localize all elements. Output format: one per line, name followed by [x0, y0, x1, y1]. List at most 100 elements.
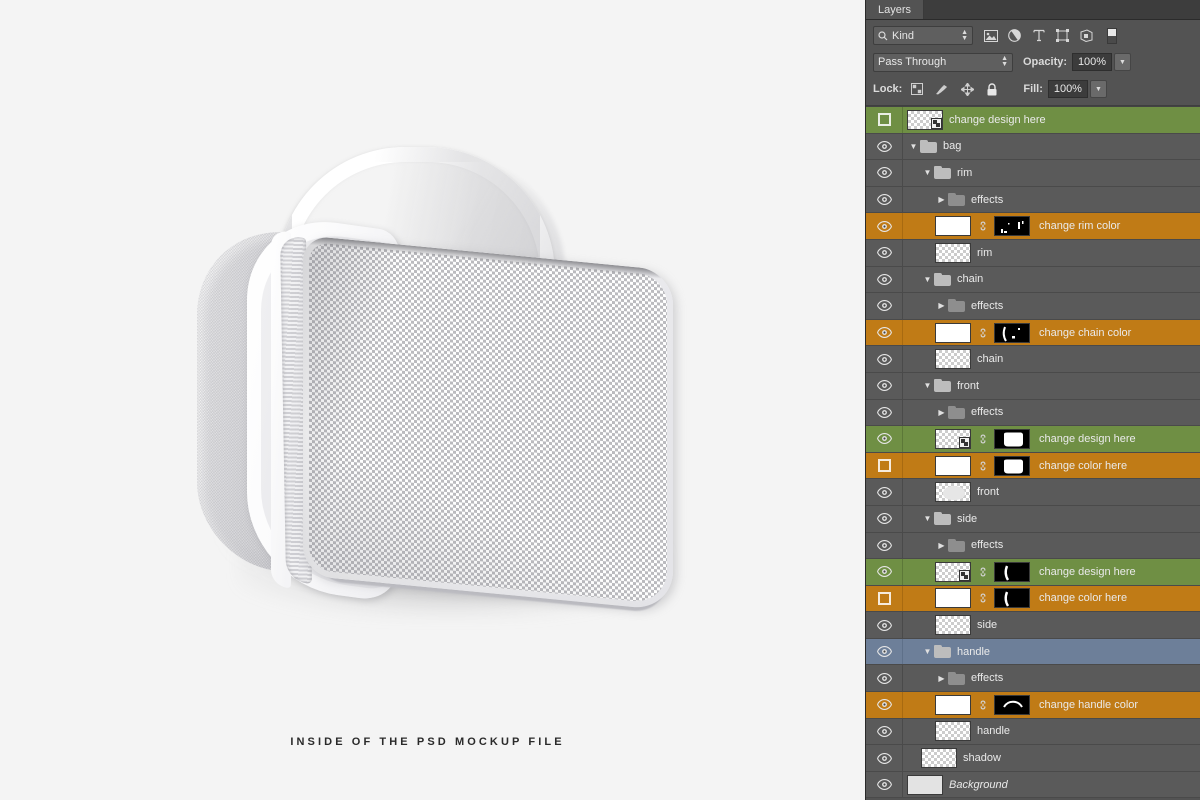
layer-content-cell[interactable]: chain — [903, 346, 1200, 372]
layer-thumbnail[interactable] — [935, 615, 971, 636]
layer-mask-thumbnail[interactable] — [994, 561, 1030, 582]
mask-link-icon[interactable] — [977, 220, 989, 232]
layer-content-cell[interactable]: change design here — [903, 426, 1200, 452]
disclosure-triangle-icon[interactable]: ▼ — [921, 647, 934, 656]
mask-link-icon[interactable] — [977, 592, 989, 604]
eye-visibility-icon[interactable] — [876, 140, 892, 152]
layer-thumbnail[interactable] — [935, 588, 971, 609]
layer-row[interactable]: change design here — [866, 559, 1200, 586]
eye-visibility-icon[interactable] — [877, 459, 891, 473]
disclosure-triangle-icon[interactable]: ▶ — [935, 541, 948, 550]
fill-dropdown-icon[interactable]: ▼ — [1089, 80, 1107, 98]
layer-content-cell[interactable]: ▶ effects — [903, 187, 1200, 213]
layer-visibility-cell[interactable] — [866, 452, 903, 479]
layer-mask-thumbnail[interactable] — [994, 455, 1030, 476]
layer-content-cell[interactable]: ▼ bag — [903, 134, 1200, 160]
disclosure-triangle-icon[interactable]: ▼ — [921, 168, 934, 177]
layer-visibility-cell[interactable] — [866, 186, 903, 213]
mask-link-icon[interactable] — [977, 327, 989, 339]
layer-row[interactable]: ▼ side — [866, 505, 1200, 533]
layer-thumbnail[interactable] — [907, 774, 943, 795]
layer-thumbnail[interactable] — [921, 748, 957, 769]
mask-link-icon[interactable] — [977, 433, 989, 445]
disclosure-triangle-icon[interactable]: ▶ — [935, 301, 948, 310]
layer-row[interactable]: ▼ bag — [866, 133, 1200, 161]
layer-thumbnail[interactable] — [907, 109, 943, 130]
layer-row[interactable]: ▶ effects — [866, 293, 1200, 320]
layer-thumbnail[interactable] — [935, 349, 971, 370]
tab-layers[interactable]: Layers — [866, 0, 925, 19]
eye-visibility-icon[interactable] — [876, 220, 892, 232]
layer-visibility-cell[interactable] — [866, 133, 903, 160]
disclosure-triangle-icon[interactable]: ▶ — [935, 674, 948, 683]
mask-link-icon[interactable] — [977, 460, 989, 472]
layer-row[interactable]: ▶ effects — [866, 532, 1200, 560]
layer-row[interactable]: side — [866, 612, 1200, 639]
eye-visibility-icon[interactable] — [876, 327, 892, 338]
layer-row[interactable]: front — [866, 479, 1200, 506]
layer-visibility-cell[interactable] — [866, 505, 903, 532]
layer-mask-thumbnail[interactable] — [994, 428, 1030, 449]
disclosure-triangle-icon[interactable]: ▼ — [921, 381, 934, 390]
layer-visibility-cell[interactable] — [866, 346, 903, 372]
layer-content-cell[interactable]: ▶ effects — [903, 400, 1200, 426]
eye-visibility-icon[interactable] — [876, 380, 892, 392]
layer-visibility-cell[interactable] — [866, 239, 903, 266]
layer-mask-thumbnail[interactable] — [994, 322, 1030, 343]
lock-all-icon[interactable] — [985, 82, 999, 96]
layer-row[interactable]: ▼ handle — [866, 638, 1200, 666]
filter-kind-select[interactable]: Kind ▲ ▼ — [873, 26, 973, 45]
layer-visibility-cell[interactable] — [866, 399, 903, 426]
layer-content-cell[interactable]: ▼ handle — [903, 639, 1200, 665]
layer-content-cell[interactable]: side — [903, 612, 1200, 638]
eye-visibility-icon[interactable] — [876, 273, 892, 285]
layer-content-cell[interactable]: change design here — [903, 107, 1200, 133]
layer-content-cell[interactable]: rim — [903, 240, 1200, 266]
layer-content-cell[interactable]: Background — [903, 772, 1200, 798]
disclosure-triangle-icon[interactable]: ▼ — [921, 514, 934, 523]
lock-image-pixels-icon[interactable] — [935, 82, 949, 96]
layer-row[interactable]: change handle color — [866, 692, 1200, 719]
eye-visibility-icon[interactable] — [876, 539, 892, 551]
layer-row[interactable]: change color here — [866, 585, 1200, 613]
lock-transparent-pixels-icon[interactable] — [910, 82, 924, 96]
layer-visibility-cell[interactable] — [866, 692, 903, 718]
eye-visibility-icon[interactable] — [876, 513, 892, 525]
layer-content-cell[interactable]: ▶ effects — [903, 293, 1200, 319]
layer-thumbnail[interactable] — [935, 322, 971, 343]
layer-thumbnail[interactable] — [935, 482, 971, 503]
layer-content-cell[interactable]: change chain color — [903, 320, 1200, 346]
eye-visibility-icon[interactable] — [876, 646, 892, 658]
image-filter-icon[interactable] — [983, 28, 998, 43]
layer-mask-thumbnail[interactable] — [994, 216, 1030, 237]
layer-row[interactable]: chain — [866, 346, 1200, 373]
layer-row[interactable]: Background — [866, 771, 1200, 799]
mask-link-icon[interactable] — [977, 566, 989, 578]
layer-visibility-cell[interactable] — [866, 479, 903, 505]
layer-list[interactable]: change design here ▼ bag ▼ rim ▶ effects change… — [866, 106, 1200, 799]
eye-visibility-icon[interactable] — [876, 726, 892, 737]
layer-content-cell[interactable]: change handle color — [903, 692, 1200, 718]
layer-visibility-cell[interactable] — [866, 638, 903, 665]
fill-input[interactable]: 100% — [1047, 80, 1088, 98]
disclosure-triangle-icon[interactable]: ▶ — [935, 195, 948, 204]
layer-thumbnail[interactable] — [935, 216, 971, 237]
layer-visibility-cell[interactable] — [866, 665, 903, 692]
layer-visibility-cell[interactable] — [866, 585, 903, 612]
adjustment-filter-icon[interactable] — [1007, 28, 1022, 43]
layer-visibility-cell[interactable] — [866, 372, 903, 399]
eye-visibility-icon[interactable] — [876, 566, 892, 578]
layer-visibility-cell[interactable] — [866, 745, 903, 771]
lock-position-icon[interactable] — [960, 82, 974, 96]
layer-content-cell[interactable]: handle — [903, 719, 1200, 745]
opacity-dropdown-icon[interactable]: ▼ — [1114, 53, 1132, 71]
filter-toggle-switch[interactable] — [1107, 27, 1117, 44]
eye-visibility-icon[interactable] — [876, 167, 892, 179]
shape-filter-icon[interactable] — [1055, 28, 1070, 43]
opacity-input[interactable]: 100% — [1072, 53, 1113, 71]
layer-content-cell[interactable]: ▶ effects — [903, 533, 1200, 559]
layer-row[interactable]: change design here — [866, 107, 1200, 134]
layer-row[interactable]: shadow — [866, 745, 1200, 772]
layer-mask-thumbnail[interactable] — [994, 694, 1030, 715]
layer-visibility-cell[interactable] — [866, 293, 903, 319]
